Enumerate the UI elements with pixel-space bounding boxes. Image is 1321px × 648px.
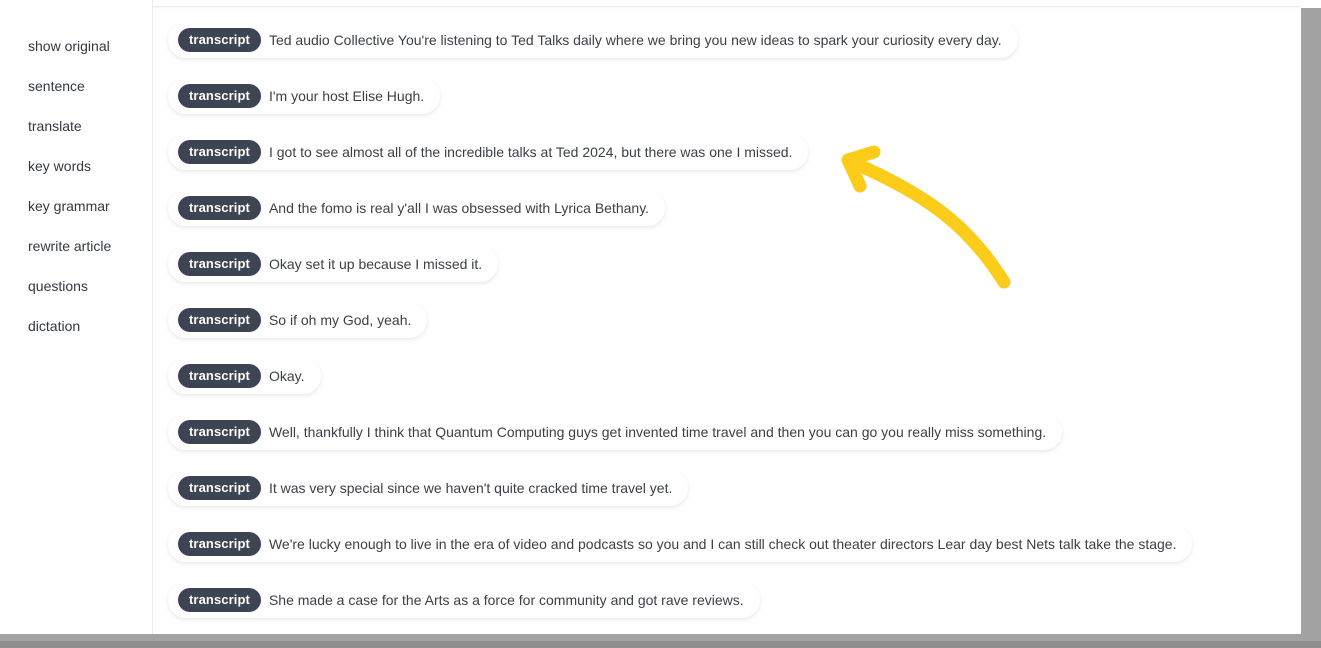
transcript-row[interactable]: transcript It was very special since we … bbox=[168, 470, 689, 506]
transcript-text: Well, thankfully I think that Quantum Co… bbox=[268, 424, 1047, 440]
sidebar: show original sentence translate key wor… bbox=[0, 0, 153, 634]
transcript-badge: transcript bbox=[178, 84, 261, 108]
window-frame-corner bbox=[1301, 0, 1321, 8]
transcript-badge: transcript bbox=[178, 252, 261, 276]
transcript-text: I got to see almost all of the incredibl… bbox=[268, 144, 793, 160]
transcript-badge: transcript bbox=[178, 308, 261, 332]
app-viewport: show original sentence translate key wor… bbox=[0, 0, 1301, 634]
transcript-badge: transcript bbox=[178, 532, 261, 556]
transcript-row[interactable]: transcript Okay set it up because I miss… bbox=[168, 246, 499, 282]
sidebar-item-rewrite-article[interactable]: rewrite article bbox=[28, 238, 111, 254]
transcript-badge: transcript bbox=[178, 196, 261, 220]
window-frame-bottom-edge bbox=[0, 641, 1321, 648]
transcript-badge: transcript bbox=[178, 420, 261, 444]
transcript-text: Ted audio Collective You're listening to… bbox=[268, 32, 1002, 48]
transcript-row[interactable]: transcript Well, thankfully I think that… bbox=[168, 414, 1063, 450]
transcript-text: She made a case for the Arts as a force … bbox=[268, 592, 744, 608]
sidebar-item-key-words[interactable]: key words bbox=[28, 158, 91, 174]
transcript-row[interactable]: transcript Ted audio Collective You're l… bbox=[168, 22, 1018, 58]
transcript-row[interactable]: transcript So if oh my God, yeah. bbox=[168, 302, 428, 338]
sidebar-item-sentence[interactable]: sentence bbox=[28, 78, 85, 94]
transcript-row[interactable]: transcript I'm your host Elise Hugh. bbox=[168, 78, 441, 114]
transcript-text: We're lucky enough to live in the era of… bbox=[268, 536, 1177, 552]
transcript-text: So if oh my God, yeah. bbox=[268, 312, 412, 328]
sidebar-item-key-grammar[interactable]: key grammar bbox=[28, 198, 110, 214]
top-divider bbox=[153, 0, 1301, 7]
transcript-row[interactable]: transcript And the fomo is real y'all I … bbox=[168, 190, 666, 226]
sidebar-item-show-original[interactable]: show original bbox=[28, 38, 110, 54]
transcript-row[interactable]: transcript She made a case for the Arts … bbox=[168, 582, 760, 618]
transcript-row[interactable]: transcript We're lucky enough to live in… bbox=[168, 526, 1193, 562]
transcript-row[interactable]: transcript Okay. bbox=[168, 358, 321, 394]
transcript-text: I'm your host Elise Hugh. bbox=[268, 88, 425, 104]
transcript-row[interactable]: transcript I got to see almost all of th… bbox=[168, 134, 809, 170]
transcript-badge: transcript bbox=[178, 140, 261, 164]
transcript-badge: transcript bbox=[178, 364, 261, 388]
transcript-text: And the fomo is real y'all I was obsesse… bbox=[268, 200, 650, 216]
sidebar-item-translate[interactable]: translate bbox=[28, 118, 82, 134]
transcript-badge: transcript bbox=[178, 476, 261, 500]
sidebar-item-dictation[interactable]: dictation bbox=[28, 318, 80, 334]
sidebar-item-questions[interactable]: questions bbox=[28, 278, 88, 294]
window-frame-right bbox=[1301, 0, 1321, 648]
transcript-text: Okay. bbox=[268, 368, 305, 384]
transcript-badge: transcript bbox=[178, 588, 261, 612]
transcript-badge: transcript bbox=[178, 28, 261, 52]
transcript-text: Okay set it up because I missed it. bbox=[268, 256, 483, 272]
transcript-text: It was very special since we haven't qui… bbox=[268, 480, 673, 496]
